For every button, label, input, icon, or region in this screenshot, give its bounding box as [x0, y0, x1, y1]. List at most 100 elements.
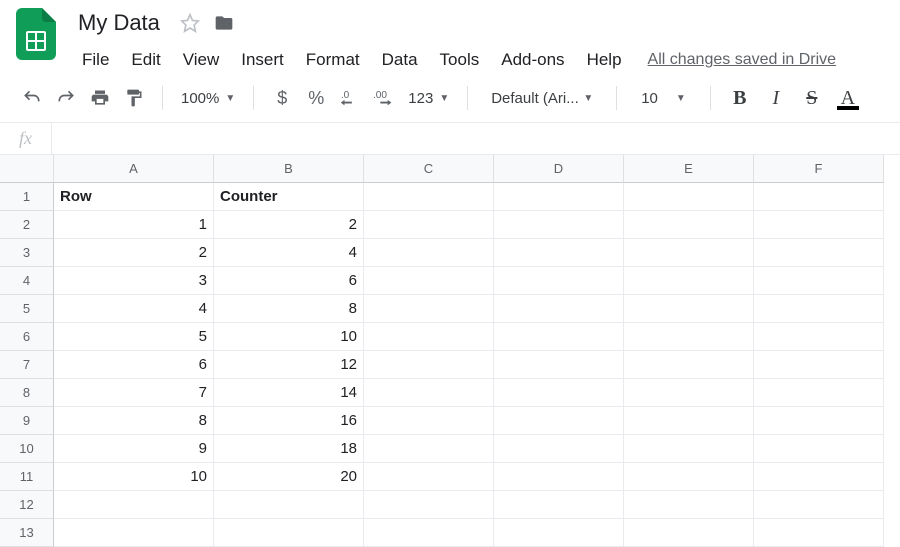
cell-E9[interactable] [624, 407, 754, 435]
cell-C7[interactable] [364, 351, 494, 379]
cell-B11[interactable]: 20 [214, 463, 364, 491]
row-header[interactable]: 3 [0, 239, 54, 267]
print-button[interactable] [86, 84, 114, 112]
cell-C6[interactable] [364, 323, 494, 351]
cell-C4[interactable] [364, 267, 494, 295]
cell-E1[interactable] [624, 183, 754, 211]
cell-F9[interactable] [754, 407, 884, 435]
menu-help[interactable]: Help [577, 46, 632, 74]
cell-D1[interactable] [494, 183, 624, 211]
cell-A8[interactable]: 7 [54, 379, 214, 407]
cell-E12[interactable] [624, 491, 754, 519]
paint-format-button[interactable] [120, 84, 148, 112]
zoom-dropdown[interactable]: 100% ▼ [177, 90, 239, 107]
menu-format[interactable]: Format [296, 46, 370, 74]
cell-D6[interactable] [494, 323, 624, 351]
col-header-B[interactable]: B [214, 155, 364, 183]
cell-F1[interactable] [754, 183, 884, 211]
row-header[interactable]: 8 [0, 379, 54, 407]
cell-E11[interactable] [624, 463, 754, 491]
cell-E4[interactable] [624, 267, 754, 295]
menu-edit[interactable]: Edit [121, 46, 170, 74]
decrease-decimal-button[interactable]: .0 [336, 84, 364, 112]
menu-view[interactable]: View [173, 46, 230, 74]
row-header[interactable]: 9 [0, 407, 54, 435]
cell-B9[interactable]: 16 [214, 407, 364, 435]
cell-E5[interactable] [624, 295, 754, 323]
cell-E3[interactable] [624, 239, 754, 267]
row-header[interactable]: 11 [0, 463, 54, 491]
row-header[interactable]: 12 [0, 491, 54, 519]
cell-C1[interactable] [364, 183, 494, 211]
cell-A3[interactable]: 2 [54, 239, 214, 267]
menu-insert[interactable]: Insert [231, 46, 294, 74]
menu-tools[interactable]: Tools [430, 46, 490, 74]
cell-D3[interactable] [494, 239, 624, 267]
cell-D8[interactable] [494, 379, 624, 407]
cell-E7[interactable] [624, 351, 754, 379]
cell-A10[interactable]: 9 [54, 435, 214, 463]
cell-D11[interactable] [494, 463, 624, 491]
increase-decimal-button[interactable]: .00 [370, 84, 398, 112]
undo-button[interactable] [18, 84, 46, 112]
more-formats-dropdown[interactable]: 123 ▼ [404, 90, 453, 107]
cell-F6[interactable] [754, 323, 884, 351]
row-header[interactable]: 7 [0, 351, 54, 379]
cell-C2[interactable] [364, 211, 494, 239]
cell-D4[interactable] [494, 267, 624, 295]
cell-D2[interactable] [494, 211, 624, 239]
bold-button[interactable]: B [725, 84, 755, 112]
col-header-A[interactable]: A [54, 155, 214, 183]
row-header[interactable]: 10 [0, 435, 54, 463]
col-header-D[interactable]: D [494, 155, 624, 183]
strikethrough-button[interactable]: S [797, 84, 827, 112]
cell-F2[interactable] [754, 211, 884, 239]
cell-C8[interactable] [364, 379, 494, 407]
cell-F8[interactable] [754, 379, 884, 407]
cell-F7[interactable] [754, 351, 884, 379]
redo-button[interactable] [52, 84, 80, 112]
cell-F12[interactable] [754, 491, 884, 519]
cell-D7[interactable] [494, 351, 624, 379]
row-header[interactable]: 4 [0, 267, 54, 295]
cell-D9[interactable] [494, 407, 624, 435]
cell-C12[interactable] [364, 491, 494, 519]
currency-button[interactable]: $ [268, 84, 296, 112]
menu-addons[interactable]: Add-ons [491, 46, 574, 74]
cell-A6[interactable]: 5 [54, 323, 214, 351]
cell-E10[interactable] [624, 435, 754, 463]
cell-D10[interactable] [494, 435, 624, 463]
cell-F10[interactable] [754, 435, 884, 463]
cell-C11[interactable] [364, 463, 494, 491]
cell-B4[interactable]: 6 [214, 267, 364, 295]
cell-A7[interactable]: 6 [54, 351, 214, 379]
cell-F3[interactable] [754, 239, 884, 267]
cell-A12[interactable] [54, 491, 214, 519]
cell-E2[interactable] [624, 211, 754, 239]
star-icon[interactable] [180, 13, 200, 33]
cell-B2[interactable]: 2 [214, 211, 364, 239]
percent-button[interactable]: % [302, 84, 330, 112]
row-header[interactable]: 1 [0, 183, 54, 211]
row-header[interactable]: 2 [0, 211, 54, 239]
cell-E8[interactable] [624, 379, 754, 407]
row-header[interactable]: 6 [0, 323, 54, 351]
cell-A4[interactable]: 3 [54, 267, 214, 295]
cell-A11[interactable]: 10 [54, 463, 214, 491]
cell-C5[interactable] [364, 295, 494, 323]
cell-A2[interactable]: 1 [54, 211, 214, 239]
save-status[interactable]: All changes saved in Drive [648, 51, 837, 69]
text-color-button[interactable]: A [833, 84, 863, 112]
menu-file[interactable]: File [72, 46, 119, 74]
font-family-dropdown[interactable]: Default (Ari... ▼ [482, 85, 602, 112]
cell-F5[interactable] [754, 295, 884, 323]
cell-B3[interactable]: 4 [214, 239, 364, 267]
cell-B5[interactable]: 8 [214, 295, 364, 323]
cell-D12[interactable] [494, 491, 624, 519]
cell-B1[interactable]: Counter [214, 183, 364, 211]
cell-F11[interactable] [754, 463, 884, 491]
cell-C9[interactable] [364, 407, 494, 435]
font-size-dropdown[interactable]: 10 ▼ [631, 86, 696, 111]
col-header-F[interactable]: F [754, 155, 884, 183]
move-folder-icon[interactable] [214, 13, 234, 33]
